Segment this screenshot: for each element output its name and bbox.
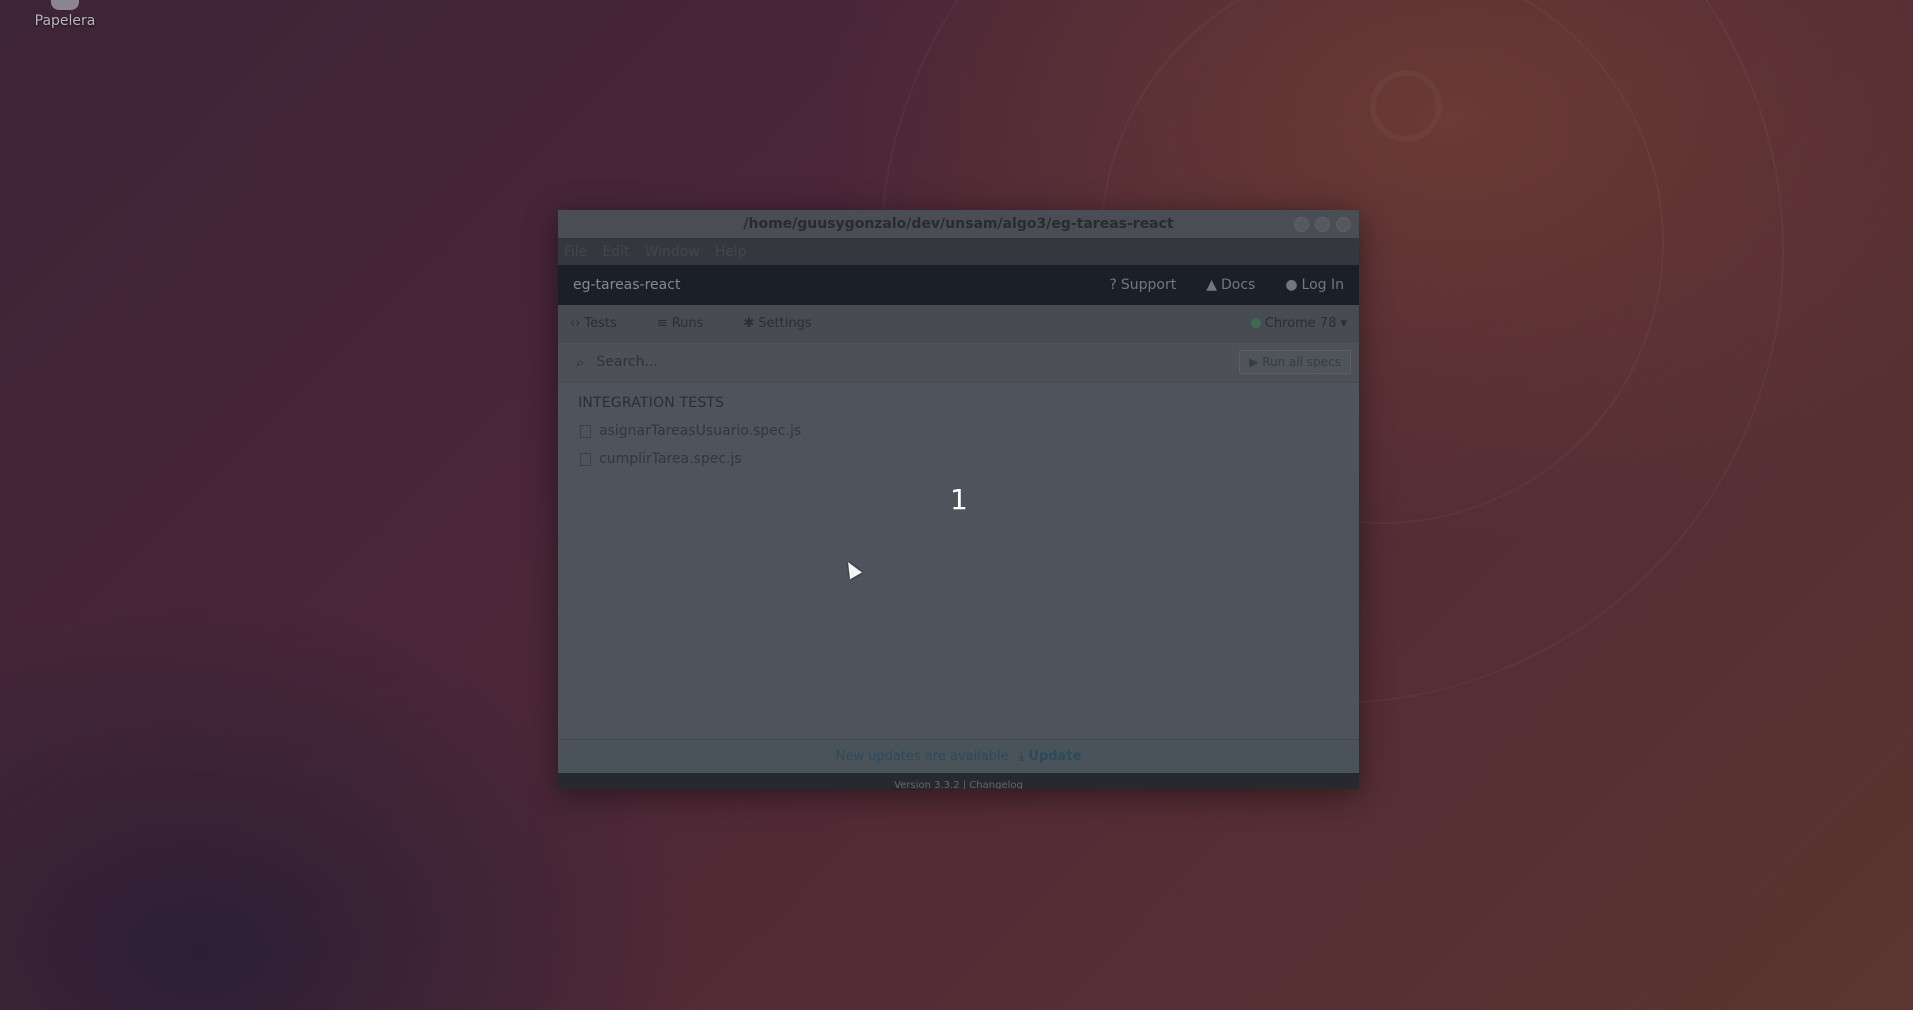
update-button[interactable]: ⤓ Update <box>1019 749 1082 764</box>
login-label: Log In <box>1301 277 1344 293</box>
tab-settings[interactable]: ✱ Settings <box>743 316 811 331</box>
search-icon: ⌕ <box>576 353 585 371</box>
list-item[interactable]: cumplirTarea.spec.js <box>558 445 1359 473</box>
menu-file[interactable]: File <box>564 244 587 260</box>
tab-settings-label: Settings <box>758 315 812 331</box>
maximize-icon[interactable] <box>1315 217 1330 232</box>
menu-window[interactable]: Window <box>645 244 700 260</box>
tab-tests[interactable]: ‹› Tests <box>570 316 617 331</box>
project-name: eg-tareas-react <box>573 277 681 293</box>
update-label: Update <box>1028 749 1082 764</box>
graduation-cap-icon: ▲ <box>1206 277 1217 293</box>
close-icon[interactable] <box>1336 217 1351 232</box>
menu-edit[interactable]: Edit <box>602 244 629 260</box>
tabs-bar: ‹› Tests ≡ Runs ✱ Settings Chrome 78 ▾ <box>558 305 1359 342</box>
app-header: eg-tareas-react ? Support ▲ Docs ● Log I… <box>558 265 1359 305</box>
list-item[interactable]: asignarTareasUsuario.spec.js <box>558 417 1359 445</box>
window-titlebar[interactable]: /home/guusygonzalo/dev/unsam/algo3/eg-ta… <box>558 210 1359 238</box>
menu-help[interactable]: Help <box>715 244 747 260</box>
trash-label: Papelera <box>34 13 96 29</box>
update-bar: New updates are available ⤓ Update <box>558 739 1359 773</box>
file-icon <box>580 452 591 466</box>
spec-filename: cumplirTarea.spec.js <box>599 451 742 467</box>
docs-link[interactable]: ▲ Docs <box>1206 277 1255 293</box>
login-link[interactable]: ● Log In <box>1285 277 1344 293</box>
spec-filename: asignarTareasUsuario.spec.js <box>599 423 802 439</box>
trash-icon <box>51 0 79 10</box>
specs-list: INTEGRATION TESTS asignarTareasUsuario.s… <box>558 383 1359 739</box>
caret-down-icon: ▾ <box>1340 315 1347 331</box>
support-label: Support <box>1120 277 1177 293</box>
tab-runs-label: Runs <box>671 315 704 331</box>
user-icon: ● <box>1285 277 1298 293</box>
browser-label: Chrome 78 <box>1264 315 1337 331</box>
search-bar: ⌕ ▶ Run all specs <box>558 342 1359 383</box>
section-title: INTEGRATION TESTS <box>578 395 725 411</box>
window-title: /home/guusygonzalo/dev/unsam/algo3/eg-ta… <box>743 216 1174 232</box>
browser-selector[interactable]: Chrome 78 ▾ <box>1250 315 1347 331</box>
download-icon: ⤓ <box>1018 749 1025 764</box>
tab-runs[interactable]: ≡ Runs <box>657 316 704 331</box>
search-input[interactable] <box>594 353 1240 371</box>
run-all-specs-button[interactable]: ▶ Run all specs <box>1239 350 1351 374</box>
run-all-label: Run all specs <box>1262 355 1341 369</box>
footer: Version 3.3.2 | Changelog <box>558 773 1359 789</box>
wallpaper-arc <box>1370 70 1442 142</box>
code-icon: ‹› <box>570 315 581 331</box>
update-message: New updates are available <box>835 749 1009 764</box>
trash-desktop-icon[interactable]: Papelera <box>20 0 110 29</box>
play-icon: ▶ <box>1249 355 1259 369</box>
file-icon <box>580 424 591 438</box>
chrome-icon <box>1250 318 1261 328</box>
tab-tests-label: Tests <box>584 315 617 331</box>
overlay-counter: 1 <box>950 483 968 516</box>
question-circle-icon: ? <box>1109 277 1117 293</box>
minimize-icon[interactable] <box>1294 217 1309 232</box>
gear-icon: ✱ <box>743 315 755 331</box>
docs-label: Docs <box>1220 277 1256 293</box>
cypress-window: /home/guusygonzalo/dev/unsam/algo3/eg-ta… <box>558 210 1359 789</box>
version-text[interactable]: Version 3.3.2 | Changelog <box>894 780 1023 789</box>
menubar: File Edit Window Help <box>558 238 1359 265</box>
database-icon: ≡ <box>656 315 668 331</box>
support-link[interactable]: ? Support <box>1109 277 1176 293</box>
